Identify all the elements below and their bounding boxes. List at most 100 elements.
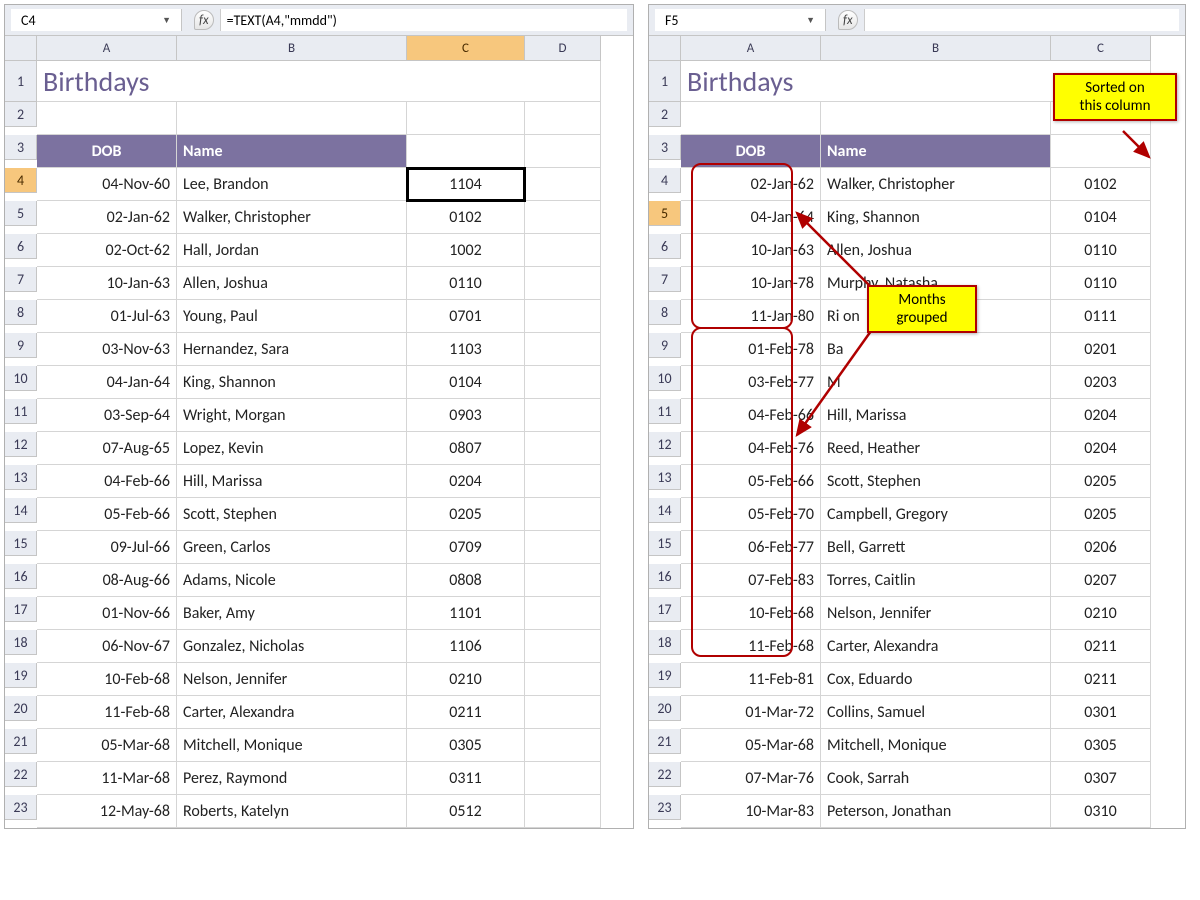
cell[interactable]: 01-Jul-63 bbox=[37, 300, 177, 333]
column-header[interactable]: C bbox=[1051, 36, 1151, 61]
row-header[interactable]: 13 bbox=[649, 465, 681, 490]
cell[interactable]: 0203 bbox=[1051, 366, 1151, 399]
row-header[interactable]: 6 bbox=[5, 234, 37, 259]
row-header[interactable]: 12 bbox=[649, 432, 681, 457]
cell[interactable]: 11-Feb-68 bbox=[37, 696, 177, 729]
name-box[interactable]: F5 ▼ bbox=[655, 9, 826, 31]
row-header[interactable]: 18 bbox=[649, 630, 681, 655]
cell[interactable]: Hill, Marissa bbox=[177, 465, 407, 498]
cell[interactable]: 05-Feb-70 bbox=[681, 498, 821, 531]
row-header[interactable]: 3 bbox=[5, 135, 37, 160]
cell[interactable]: 01-Nov-66 bbox=[37, 597, 177, 630]
cell[interactable] bbox=[525, 729, 601, 762]
cell[interactable]: 11-Jan-80 bbox=[681, 300, 821, 333]
cell[interactable]: 0310 bbox=[1051, 795, 1151, 828]
cell[interactable]: Roberts, Katelyn bbox=[177, 795, 407, 828]
worksheet-right[interactable]: ABC1Birthdays23DOBName402-Jan-62Walker, … bbox=[649, 36, 1185, 828]
cell[interactable]: Nelson, Jennifer bbox=[821, 597, 1051, 630]
row-header[interactable]: 17 bbox=[649, 597, 681, 622]
cell[interactable]: 0211 bbox=[1051, 663, 1151, 696]
cell[interactable]: 1002 bbox=[407, 234, 525, 267]
name-box[interactable]: C4 ▼ bbox=[11, 9, 182, 31]
cell[interactable] bbox=[525, 135, 601, 168]
cell[interactable] bbox=[525, 762, 601, 795]
cell[interactable]: 01-Mar-72 bbox=[681, 696, 821, 729]
cell[interactable]: Mitchell, Monique bbox=[821, 729, 1051, 762]
cell[interactable] bbox=[525, 168, 601, 201]
row-header[interactable]: 1 bbox=[649, 61, 681, 102]
cell[interactable]: 0207 bbox=[1051, 564, 1151, 597]
column-header[interactable]: B bbox=[177, 36, 407, 61]
select-all-corner[interactable] bbox=[5, 36, 37, 61]
row-header[interactable]: 9 bbox=[5, 333, 37, 358]
cell[interactable]: 06-Feb-77 bbox=[681, 531, 821, 564]
cell[interactable]: Hernandez, Sara bbox=[177, 333, 407, 366]
cell[interactable]: Baker, Amy bbox=[177, 597, 407, 630]
cell[interactable]: Reed, Heather bbox=[821, 432, 1051, 465]
row-header[interactable]: 11 bbox=[5, 399, 37, 424]
fx-icon[interactable]: fx bbox=[194, 10, 214, 30]
cell[interactable] bbox=[525, 102, 601, 135]
row-header[interactable]: 22 bbox=[5, 762, 37, 787]
row-header[interactable]: 18 bbox=[5, 630, 37, 655]
row-header[interactable]: 4 bbox=[5, 168, 37, 193]
cell[interactable] bbox=[525, 465, 601, 498]
cell[interactable]: 10-Feb-68 bbox=[681, 597, 821, 630]
cell[interactable] bbox=[525, 267, 601, 300]
cell[interactable]: 11-Feb-68 bbox=[681, 630, 821, 663]
cell[interactable]: 03-Nov-63 bbox=[37, 333, 177, 366]
column-header[interactable]: A bbox=[37, 36, 177, 61]
cell[interactable] bbox=[525, 366, 601, 399]
row-header[interactable]: 10 bbox=[5, 366, 37, 391]
cell[interactable] bbox=[177, 102, 407, 135]
cell[interactable]: 11-Mar-68 bbox=[37, 762, 177, 795]
cell[interactable]: 04-Feb-66 bbox=[681, 399, 821, 432]
cell[interactable]: Walker, Christopher bbox=[177, 201, 407, 234]
cell[interactable]: 02-Oct-62 bbox=[37, 234, 177, 267]
formula-input[interactable]: =TEXT(A4,"mmdd") bbox=[220, 9, 627, 31]
cell[interactable]: 0210 bbox=[407, 663, 525, 696]
cell[interactable]: Hill, Marissa bbox=[821, 399, 1051, 432]
cell[interactable]: 03-Sep-64 bbox=[37, 399, 177, 432]
cell[interactable]: Allen, Joshua bbox=[821, 234, 1051, 267]
cell[interactable] bbox=[525, 663, 601, 696]
cell[interactable]: 0205 bbox=[407, 498, 525, 531]
cell[interactable]: Collins, Samuel bbox=[821, 696, 1051, 729]
cell[interactable]: 02-Jan-62 bbox=[681, 168, 821, 201]
row-header[interactable]: 21 bbox=[649, 729, 681, 754]
cell[interactable]: 1104 bbox=[407, 168, 525, 201]
cell[interactable]: Carter, Alexandra bbox=[177, 696, 407, 729]
cell[interactable]: 10-Jan-63 bbox=[37, 267, 177, 300]
cell[interactable] bbox=[525, 597, 601, 630]
row-header[interactable]: 8 bbox=[5, 300, 37, 325]
cell[interactable]: 12-May-68 bbox=[37, 795, 177, 828]
cell[interactable]: 07-Mar-76 bbox=[681, 762, 821, 795]
row-header[interactable]: 14 bbox=[5, 498, 37, 523]
row-header[interactable]: 6 bbox=[649, 234, 681, 259]
formula-input[interactable] bbox=[864, 9, 1179, 31]
cell[interactable]: Bell, Garrett bbox=[821, 531, 1051, 564]
cell[interactable] bbox=[525, 234, 601, 267]
cell[interactable]: 0201 bbox=[1051, 333, 1151, 366]
cell[interactable]: 0204 bbox=[1051, 399, 1151, 432]
select-all-corner[interactable] bbox=[649, 36, 681, 61]
column-header[interactable]: A bbox=[681, 36, 821, 61]
cell[interactable]: Young, Paul bbox=[177, 300, 407, 333]
cell[interactable]: 04-Feb-76 bbox=[681, 432, 821, 465]
column-header[interactable]: C bbox=[407, 36, 525, 61]
cell[interactable]: 04-Feb-66 bbox=[37, 465, 177, 498]
row-header[interactable]: 22 bbox=[649, 762, 681, 787]
cell[interactable]: 0205 bbox=[1051, 465, 1151, 498]
row-header[interactable]: 10 bbox=[649, 366, 681, 391]
cell[interactable]: 11-Feb-81 bbox=[681, 663, 821, 696]
cell[interactable]: Ba bbox=[821, 333, 1051, 366]
cell[interactable]: 0808 bbox=[407, 564, 525, 597]
cell[interactable]: Lopez, Kevin bbox=[177, 432, 407, 465]
row-header[interactable]: 20 bbox=[649, 696, 681, 721]
cell[interactable]: 0210 bbox=[1051, 597, 1151, 630]
cell[interactable]: 09-Jul-66 bbox=[37, 531, 177, 564]
cell[interactable]: Green, Carlos bbox=[177, 531, 407, 564]
cell[interactable]: 0110 bbox=[407, 267, 525, 300]
worksheet-left[interactable]: ABCD1Birthdays23DOBName404-Nov-60Lee, Br… bbox=[5, 36, 633, 828]
cell[interactable]: Gonzalez, Nicholas bbox=[177, 630, 407, 663]
